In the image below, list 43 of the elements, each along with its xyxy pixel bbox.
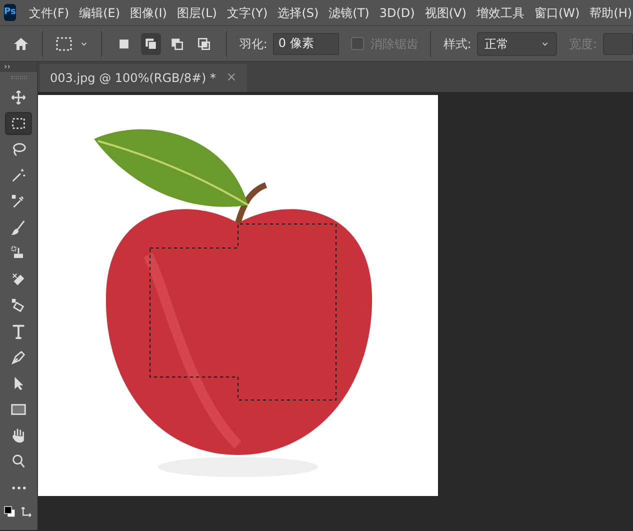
eraser-icon [10,271,27,288]
feather-field[interactable]: 0 像素 [273,32,340,54]
feather-label: 羽化: [239,36,268,52]
type-icon [10,323,27,340]
menu-item[interactable]: 帮助(H) [584,4,633,22]
menu-item[interactable]: 滤镜(T) [324,4,374,22]
width-field[interactable] [603,32,633,54]
menu-item[interactable]: 增效工具 [471,4,530,22]
document-tab[interactable]: 003.jpg @ 100%(RGB/8#) * × [40,64,247,92]
menu-item[interactable]: 文件(F) [24,4,74,22]
brush-icon [10,219,27,236]
menu-item[interactable]: 图层(L) [172,4,222,22]
document-title: 003.jpg @ 100%(RGB/8#) * [50,70,216,87]
style-label: 样式: [443,36,472,52]
menu-item[interactable]: 编辑(E) [74,4,126,22]
zoom-icon [10,453,27,470]
more-icon [12,486,26,490]
style-dropdown[interactable]: 正常 [477,32,557,56]
subtract-selection-icon [169,36,186,52]
tool-button[interactable] [5,112,32,135]
menu-item[interactable]: 视图(V) [420,4,472,22]
selection-mode-button[interactable] [140,32,162,54]
app-logo: Ps [4,4,16,21]
marquee-icon [10,115,27,132]
intersect-selection-icon [196,36,212,52]
swap-icon[interactable] [20,505,34,519]
close-button[interactable]: × [226,68,237,88]
move-icon [10,89,27,106]
pen-icon [10,349,27,366]
panel-grip [10,76,26,79]
menu-item[interactable]: 图像(I) [125,4,172,22]
panel-toggle[interactable]: ›› [0,62,37,72]
color-swatches-icon[interactable] [3,505,17,519]
rectangle-icon [10,401,27,418]
lasso-icon [10,141,27,158]
menu-item[interactable]: 选择(S) [272,4,324,22]
hand-icon [10,427,27,444]
menu-item[interactable]: 窗口(W) [529,4,585,22]
menu-item[interactable]: 文字(Y) [222,4,273,22]
marquee-icon[interactable] [54,34,73,52]
magic-wand-icon [10,167,27,184]
add-selection-icon [142,36,159,52]
menu-item[interactable]: 3D(D) [374,4,420,22]
